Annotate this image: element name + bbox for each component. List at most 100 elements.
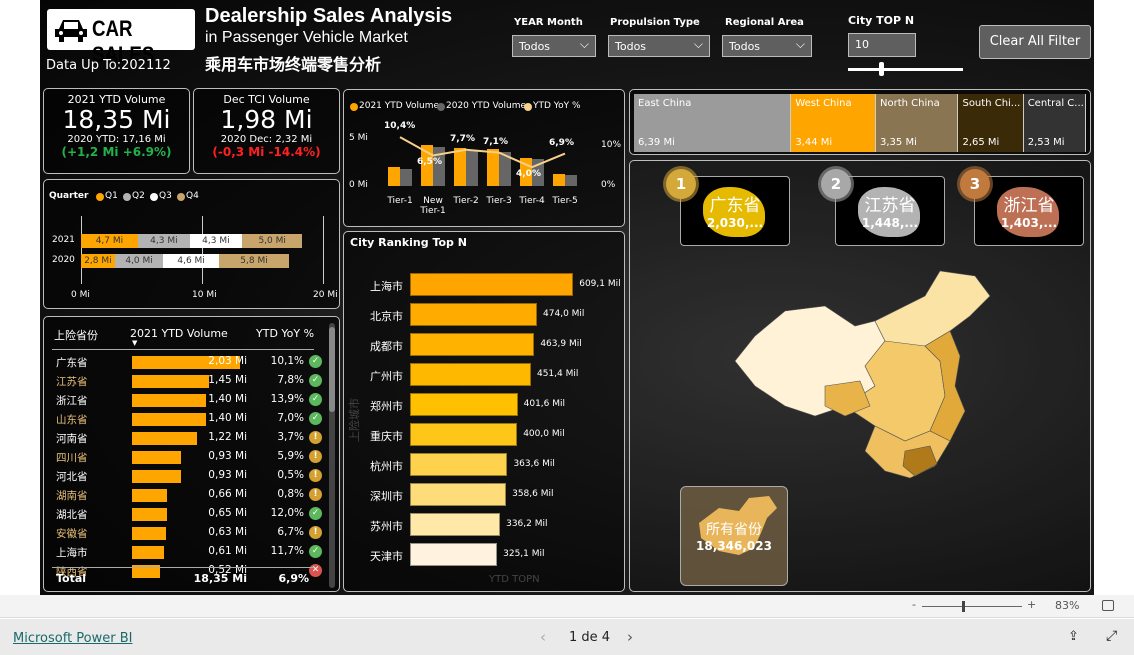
city-row[interactable]: 深圳市 358,6 Mil: [344, 481, 629, 511]
power-bi-link[interactable]: Microsoft Power BI: [13, 631, 132, 646]
medal-icon: 2: [821, 169, 851, 199]
city-value: 401,6 Mil: [523, 399, 566, 409]
bar-segment[interactable]: 4,7 Mi: [81, 234, 138, 248]
regional-dropdown[interactable]: Todos ⌵: [722, 35, 812, 57]
top-province-value: 2,030,...: [706, 216, 764, 230]
clear-all-filter-button[interactable]: Clear All Filter: [979, 25, 1091, 59]
bar-segment[interactable]: 2,8 Mi: [81, 254, 115, 268]
city-row[interactable]: 北京市 474,0 Mil: [344, 301, 629, 331]
province-table: 上险省份 2021 YTD Volume ▼ YTD YoY % 广东省 2,03…: [43, 316, 340, 592]
city-name: 成都市: [370, 340, 403, 353]
kpi-delta: (+1,2 Mi +6.9%): [61, 145, 172, 159]
city-bar[interactable]: [410, 303, 538, 326]
tile-value: 6,39 Mi: [638, 137, 675, 148]
top-province-card[interactable]: 浙江省 1,403,...: [974, 176, 1084, 246]
city-top-n-input[interactable]: 10: [848, 33, 916, 57]
city-bar[interactable]: [410, 393, 518, 416]
treemap-tile[interactable]: East China 6,39 Mi: [634, 94, 792, 152]
city-bar[interactable]: [410, 423, 518, 446]
bar-segment[interactable]: 4,0 Mi: [114, 254, 164, 268]
city-row[interactable]: 广州市 451,4 Mil: [344, 361, 629, 391]
volume-bar: [132, 394, 207, 407]
table-row[interactable]: 浙江省 1,40 Mi 13,9% ✓: [54, 391, 324, 410]
prev-page-button[interactable]: ‹: [540, 628, 546, 646]
city-bar[interactable]: [410, 453, 508, 476]
city-bar[interactable]: [410, 513, 501, 536]
city-bar[interactable]: [410, 273, 574, 296]
city-top-n-slider-thumb[interactable]: [879, 62, 885, 76]
table-scrollbar[interactable]: [329, 323, 335, 588]
share-icon[interactable]: ⇪: [1068, 629, 1079, 644]
legend-title: Quarter: [49, 191, 89, 201]
city-row[interactable]: 重庆市 400,0 Mil: [344, 421, 629, 451]
table-row[interactable]: 河北省 0,93 Mi 0,5%!: [54, 467, 324, 486]
city-bar[interactable]: [410, 543, 498, 566]
column-header-yoy[interactable]: YTD YoY %: [256, 327, 314, 340]
next-page-button[interactable]: ›: [627, 628, 633, 646]
city-top-n-slider-track[interactable]: [848, 68, 963, 71]
city-name: 广州市: [370, 370, 403, 383]
y-tick-label: 2021: [52, 235, 75, 245]
province-name: 广东省: [56, 357, 88, 369]
y-tick-label: 2020: [52, 255, 75, 265]
city-row[interactable]: 成都市 463,9 Mil: [344, 331, 629, 361]
page-title: Dealership Sales Analysis: [205, 5, 453, 27]
scrollbar-thumb[interactable]: [329, 327, 335, 412]
volume-value: 0,61 Mi: [208, 545, 247, 557]
check-circle-icon: ✓: [309, 412, 322, 425]
bar-segment[interactable]: 4,3 Mi: [189, 234, 242, 248]
column-header-volume[interactable]: 2021 YTD Volume: [130, 327, 228, 340]
table-row[interactable]: 上海市 0,61 Mi 11,7% ✓: [54, 543, 324, 562]
bar-segment[interactable]: 4,3 Mi: [137, 234, 190, 248]
map-region-north[interactable]: [874, 270, 991, 352]
treemap-tile[interactable]: North China 3,35 Mi: [876, 94, 959, 152]
volume-bar: [132, 413, 207, 426]
table-row[interactable]: 湖南省 0,66 Mi 0,8%!: [54, 486, 324, 505]
city-bar[interactable]: [410, 363, 531, 386]
top-province-card[interactable]: 广东省 2,030,...: [680, 176, 790, 246]
city-row[interactable]: 郑州市 401,6 Mil: [344, 391, 629, 421]
city-bar[interactable]: [410, 333, 535, 356]
city-bar[interactable]: [410, 483, 507, 506]
city-row[interactable]: 天津市 325,1 Mil: [344, 541, 629, 571]
treemap-tile[interactable]: West China 3,44 Mi: [791, 94, 876, 152]
zoom-slider[interactable]: [922, 606, 1022, 607]
table-row[interactable]: 山东省 1,40 Mi 7,0% ✓: [54, 410, 324, 429]
report-canvas: CAR SALES Data Up To:202112 Dealership S…: [40, 0, 1094, 595]
all-provinces-card[interactable]: 所有省份 18,346,023: [680, 486, 788, 586]
top-province-card[interactable]: 江苏省 1,448,...: [835, 176, 945, 246]
city-row[interactable]: 杭州市 363,6 Mil: [344, 451, 629, 481]
treemap-tile[interactable]: South Chi... 2,65 Mi: [958, 94, 1024, 152]
table-row[interactable]: 四川省 0,93 Mi 5,9%!: [54, 448, 324, 467]
year-month-dropdown[interactable]: Todos ⌵: [512, 35, 596, 57]
yoy-value: 11,7%: [270, 545, 304, 557]
propulsion-dropdown[interactable]: Todos ⌵: [608, 35, 710, 57]
bar-segment[interactable]: 5,0 Mi: [241, 234, 303, 248]
top-province-name: 浙江省: [1003, 196, 1055, 216]
table-row[interactable]: 广东省 2,03 Mi 10,1% ✓: [54, 353, 324, 372]
warning-circle-icon: !: [309, 450, 322, 463]
table-row[interactable]: 河南省 1,22 Mi 3,7%!: [54, 429, 324, 448]
bar-segment[interactable]: 4,6 Mi: [163, 254, 219, 268]
china-province-map[interactable]: [725, 266, 995, 496]
table-row[interactable]: 湖北省 0,65 Mi 12,0% ✓: [54, 505, 324, 524]
zoom-out-button[interactable]: -: [912, 598, 916, 611]
volume-bar: [132, 546, 165, 559]
zoom-slider-thumb[interactable]: [962, 601, 965, 612]
zoom-in-button[interactable]: +: [1027, 598, 1036, 611]
city-row[interactable]: 苏州市 336,2 Mil: [344, 511, 629, 541]
city-row[interactable]: 上海市 609,1 Mil: [344, 271, 629, 301]
table-row[interactable]: 安徽省 0,63 Mi 6,7%!: [54, 524, 324, 543]
column-header-province[interactable]: 上险省份: [54, 327, 98, 343]
gridline: [81, 216, 82, 284]
bar-segment[interactable]: 5,8 Mi: [218, 254, 290, 268]
treemap-tile[interactable]: Central C... 2,53 Mi: [1023, 94, 1086, 152]
year-month-value: Todos: [519, 40, 551, 53]
yoy-line: [399, 136, 566, 169]
table-row[interactable]: 江苏省 1,45 Mi 7,8% ✓: [54, 372, 324, 391]
volume-bar: [132, 489, 168, 502]
fit-to-page-icon[interactable]: [1102, 600, 1114, 611]
gridline: [323, 216, 324, 284]
volume-value: 0,66 Mi: [208, 488, 247, 500]
fullscreen-icon[interactable]: ⤢: [1106, 628, 1117, 644]
